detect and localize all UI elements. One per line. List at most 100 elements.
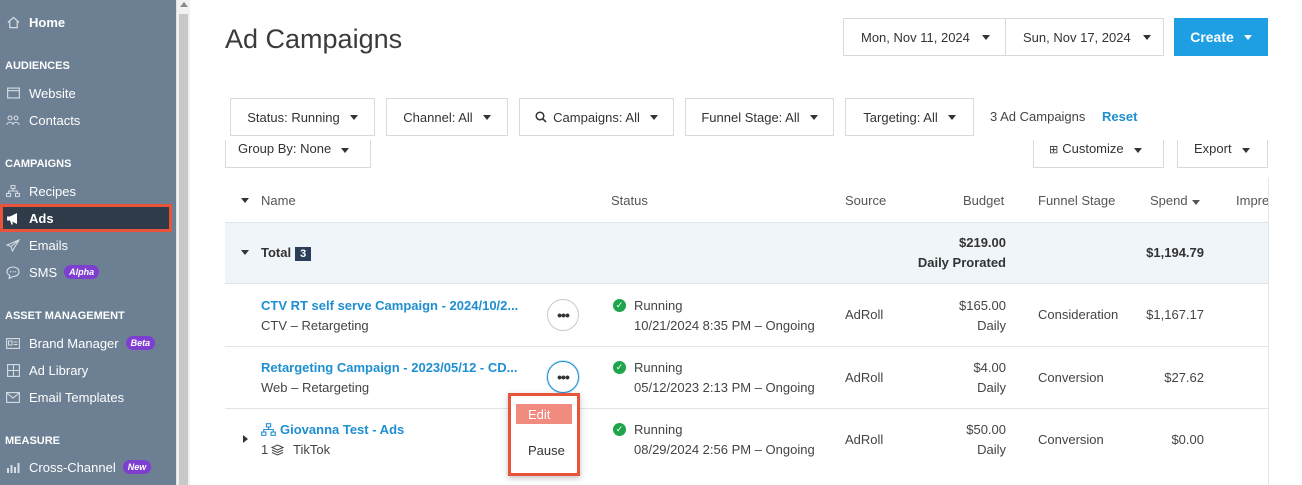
- alpha-badge: Alpha: [64, 265, 100, 279]
- source-text: AdRoll: [845, 370, 884, 385]
- caret-down-icon: [809, 114, 818, 120]
- sidebar-item-label: Brand Manager: [29, 335, 119, 351]
- sidebar-item-email-templates[interactable]: Email Templates: [0, 386, 176, 408]
- column-header-impressions[interactable]: Impre: [1236, 193, 1268, 208]
- row-divider: [225, 408, 1268, 409]
- section-audiences: AUDIENCES: [5, 60, 70, 72]
- scroll-up-arrow-icon[interactable]: [180, 2, 188, 7]
- targeting-filter-label: Targeting: All: [863, 109, 938, 125]
- column-header-funnel-stage[interactable]: Funnel Stage: [1038, 193, 1115, 208]
- funnel-stage-text: Conversion: [1038, 370, 1104, 385]
- customize-icon: ⊞: [1049, 144, 1059, 156]
- export-button[interactable]: Export: [1177, 140, 1268, 168]
- sidebar-item-emails[interactable]: Emails: [0, 234, 176, 256]
- sidebar-item-contacts[interactable]: Contacts: [0, 109, 176, 131]
- reset-link[interactable]: Reset: [1102, 109, 1137, 124]
- status-date: 10/21/2024 8:35 PM – Ongoing: [634, 318, 815, 333]
- campaign-name-link[interactable]: Retargeting Campaign - 2023/05/12 - CD..…: [261, 360, 517, 375]
- sidebar-item-home[interactable]: Home: [0, 11, 176, 33]
- funnel-stage-text: Conversion: [1038, 432, 1104, 447]
- budget-period: Daily: [977, 318, 1006, 333]
- budget-value: $4.00: [973, 360, 1006, 375]
- spend-value: $1,167.17: [1146, 307, 1204, 322]
- sidebar-item-label: Ad Library: [29, 362, 89, 378]
- total-budget: $219.00: [959, 235, 1006, 250]
- grid-icon: [6, 363, 20, 377]
- scrollbar-thumb[interactable]: [179, 14, 188, 485]
- expand-row-icon[interactable]: [243, 435, 248, 443]
- campaign-subtitle: TikTok: [293, 442, 331, 457]
- spend-header-label: Spend: [1150, 193, 1188, 208]
- column-header-status[interactable]: Status: [611, 193, 648, 208]
- sidebar-item-brand-manager[interactable]: Brand Manager Beta: [0, 332, 176, 354]
- campaign-count: 3 Ad Campaigns: [990, 109, 1086, 124]
- campaign-subtitle: CTV – Retargeting: [261, 318, 369, 333]
- status-filter[interactable]: Status: Running: [230, 98, 375, 136]
- sidebar-item-label: Emails: [29, 237, 69, 253]
- bar-chart-icon: [6, 460, 20, 474]
- campaign-name-link[interactable]: Giovanna Test - Ads: [280, 422, 404, 437]
- total-spend: $1,194.79: [1146, 245, 1204, 260]
- export-label: Export: [1194, 141, 1232, 156]
- check-circle-icon: ✓: [613, 361, 626, 374]
- funnel-stage-filter-label: Funnel Stage: All: [701, 109, 800, 125]
- section-campaigns: CAMPAIGNS: [5, 158, 72, 170]
- campaigns-filter[interactable]: Campaigns: All: [519, 98, 674, 136]
- column-header-spend[interactable]: Spend: [1150, 193, 1200, 208]
- caret-down-icon: [1133, 148, 1142, 153]
- sidebar-item-label: Home: [29, 14, 66, 30]
- source-text: AdRoll: [845, 432, 884, 447]
- check-circle-icon: ✓: [613, 299, 626, 312]
- spend-value: $27.62: [1164, 370, 1204, 385]
- caret-down-icon: [482, 114, 491, 120]
- start-date-picker[interactable]: Mon, Nov 11, 2024: [843, 18, 1006, 56]
- chat-bubble-icon: [6, 265, 20, 279]
- sidebar-item-cross-channel[interactable]: Cross-Channel New: [0, 456, 176, 478]
- caret-down-icon: [1241, 148, 1250, 153]
- campaign-subtitle: Web – Retargeting: [261, 380, 370, 395]
- status-text: Running: [634, 360, 683, 375]
- campaign-name-link[interactable]: CTV RT self serve Campaign - 2024/10/2..…: [261, 298, 518, 313]
- create-label: Create: [1190, 29, 1234, 45]
- group-by-dropdown[interactable]: Group By: None: [225, 140, 371, 168]
- more-dots-icon: •••: [557, 307, 570, 323]
- channel-filter[interactable]: Channel: All: [386, 98, 508, 136]
- section-asset-management: ASSET MANAGEMENT: [5, 310, 125, 322]
- collapse-total-icon[interactable]: [241, 250, 249, 255]
- page-title: Ad Campaigns: [225, 24, 403, 54]
- caret-down-icon: [981, 34, 990, 40]
- status-date: 05/12/2023 2:13 PM – Ongoing: [634, 380, 815, 395]
- row-actions-button[interactable]: •••: [547, 361, 579, 393]
- layers-icon: [270, 443, 285, 461]
- budget-period: Daily: [977, 442, 1006, 457]
- sidebar-scrollbar[interactable]: [176, 0, 190, 485]
- sidebar-item-ads[interactable]: Ads: [0, 204, 172, 232]
- end-date-picker[interactable]: Sun, Nov 17, 2024: [1005, 18, 1164, 56]
- status-filter-label: Status: Running: [247, 109, 340, 125]
- sort-desc-icon: [1191, 200, 1200, 205]
- customize-button[interactable]: ⊞ Customize: [1033, 140, 1164, 168]
- start-date-label: Mon, Nov 11, 2024: [861, 29, 970, 45]
- sidebar-item-sms[interactable]: SMS Alpha: [0, 261, 176, 283]
- budget-value: $50.00: [966, 422, 1006, 437]
- paper-plane-icon: [6, 238, 20, 252]
- sidebar-item-website[interactable]: Website: [0, 82, 176, 104]
- column-header-budget[interactable]: Budget: [963, 193, 1004, 208]
- sidebar-item-ad-library[interactable]: Ad Library: [0, 359, 176, 381]
- sidebar-item-label: Contacts: [29, 112, 81, 128]
- funnel-stage-filter[interactable]: Funnel Stage: All: [685, 98, 834, 136]
- home-icon: [6, 15, 20, 29]
- total-text: Total: [261, 245, 292, 260]
- column-header-source[interactable]: Source: [845, 193, 886, 208]
- group-by-label: Group By: None: [238, 141, 332, 156]
- menu-item-edit[interactable]: Edit: [516, 404, 572, 424]
- targeting-filter[interactable]: Targeting: All: [845, 98, 974, 136]
- create-button[interactable]: Create: [1174, 18, 1268, 56]
- menu-item-pause[interactable]: Pause: [516, 440, 572, 460]
- row-actions-button[interactable]: •••: [547, 299, 579, 331]
- column-header-name[interactable]: Name: [261, 193, 296, 208]
- collapse-all-icon[interactable]: [241, 198, 249, 203]
- sidebar-item-recipes[interactable]: Recipes: [0, 180, 176, 202]
- caret-down-icon: [341, 148, 350, 153]
- channel-filter-label: Channel: All: [403, 109, 473, 125]
